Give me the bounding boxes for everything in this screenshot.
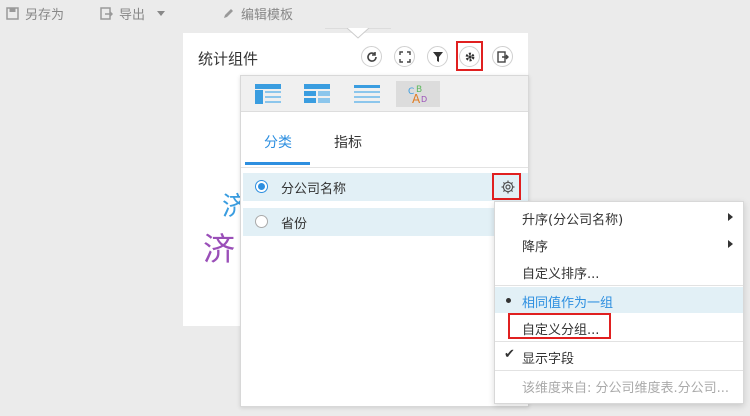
submenu-arrow-icon xyxy=(728,240,733,248)
chart-type-bar: CBAD xyxy=(241,76,528,112)
menu-item-label: 该维度来自: 分公司维度表.分公司... xyxy=(522,381,730,396)
dimension-label: 分公司名称 xyxy=(281,182,347,197)
dimension-context-menu: 升序(分公司名称) 降序 自定义排序... 相同值作为一组 自定义分组... ✔… xyxy=(494,201,744,404)
table-style-3-icon[interactable] xyxy=(354,84,380,104)
menu-separator xyxy=(495,370,743,371)
preview-text-2: 济 xyxy=(203,230,236,268)
radio-branch[interactable] xyxy=(255,180,268,193)
card-notch xyxy=(325,28,391,39)
settings-highlight-box xyxy=(456,41,483,71)
menu-item-label: 相同值作为一组 xyxy=(522,296,614,311)
menu-item-label: 自定义排序... xyxy=(522,267,600,282)
filter-icon xyxy=(432,51,443,62)
filter-button[interactable] xyxy=(427,46,448,67)
save-as-button[interactable]: 另存为 xyxy=(6,4,64,23)
dimension-label: 省份 xyxy=(281,217,308,232)
menu-item-group-same-values[interactable]: 相同值作为一组 xyxy=(495,287,743,313)
radio-province[interactable] xyxy=(255,215,268,228)
top-toolbar: 另存为 导出 编辑模板 xyxy=(0,0,750,28)
menu-separator xyxy=(495,285,743,286)
refresh-icon xyxy=(366,51,377,62)
table-style-1-icon[interactable] xyxy=(255,84,281,104)
export-button[interactable]: 导出 xyxy=(100,4,166,23)
active-tab-indicator xyxy=(245,162,310,165)
menu-separator xyxy=(495,341,743,342)
submenu-arrow-icon xyxy=(728,213,733,221)
menu-item-custom-sort[interactable]: 自定义排序... xyxy=(495,258,743,284)
widget-title: 统计组件 xyxy=(198,50,259,68)
selected-bullet-icon xyxy=(506,298,511,303)
chevron-down-icon[interactable] xyxy=(157,11,166,16)
menu-item-dimension-source: 该维度来自: 分公司维度表.分公司... xyxy=(495,372,743,398)
pencil-icon xyxy=(224,9,233,18)
svg-text:D: D xyxy=(421,95,427,104)
dimension-row-province[interactable]: 省份 xyxy=(243,208,528,236)
custom-group-highlight-box xyxy=(508,313,611,339)
tab-category[interactable]: 分类 xyxy=(264,132,292,152)
expand-icon xyxy=(398,50,411,63)
export-widget-button[interactable] xyxy=(492,46,513,67)
svg-text:A: A xyxy=(412,92,421,106)
menu-item-sort-descending[interactable]: 降序 xyxy=(495,231,743,257)
edit-template-label: 编辑模板 xyxy=(241,8,294,23)
export-icon xyxy=(100,7,113,20)
save-as-label: 另存为 xyxy=(25,8,65,23)
menu-item-label: 降序 xyxy=(522,240,549,255)
check-icon: ✔ xyxy=(504,347,515,362)
menu-item-show-field[interactable]: ✔ 显示字段 xyxy=(495,343,743,369)
gear-highlight-box xyxy=(492,173,521,200)
text-chart-type[interactable]: CBAD xyxy=(396,81,440,107)
export-label: 导出 xyxy=(119,8,146,23)
settings-panel: CBAD 分类 指标 分公司名称 省份 xyxy=(240,75,529,407)
menu-item-sort-ascending[interactable]: 升序(分公司名称) xyxy=(495,204,743,230)
refresh-button[interactable] xyxy=(361,46,382,67)
menu-item-label: 显示字段 xyxy=(522,352,575,367)
panel-tabs: 分类 指标 xyxy=(241,112,528,168)
dimension-row-branch[interactable]: 分公司名称 xyxy=(243,173,528,201)
fullscreen-button[interactable] xyxy=(394,46,415,67)
menu-item-label: 升序(分公司名称) xyxy=(522,213,624,228)
tab-metric[interactable]: 指标 xyxy=(334,132,362,152)
text-cloud-icon: C BA D xyxy=(408,85,427,106)
save-icon xyxy=(6,7,19,20)
table-style-2-icon[interactable] xyxy=(304,84,330,104)
export-icon xyxy=(496,50,509,63)
edit-template-button[interactable]: 编辑模板 xyxy=(222,4,293,23)
